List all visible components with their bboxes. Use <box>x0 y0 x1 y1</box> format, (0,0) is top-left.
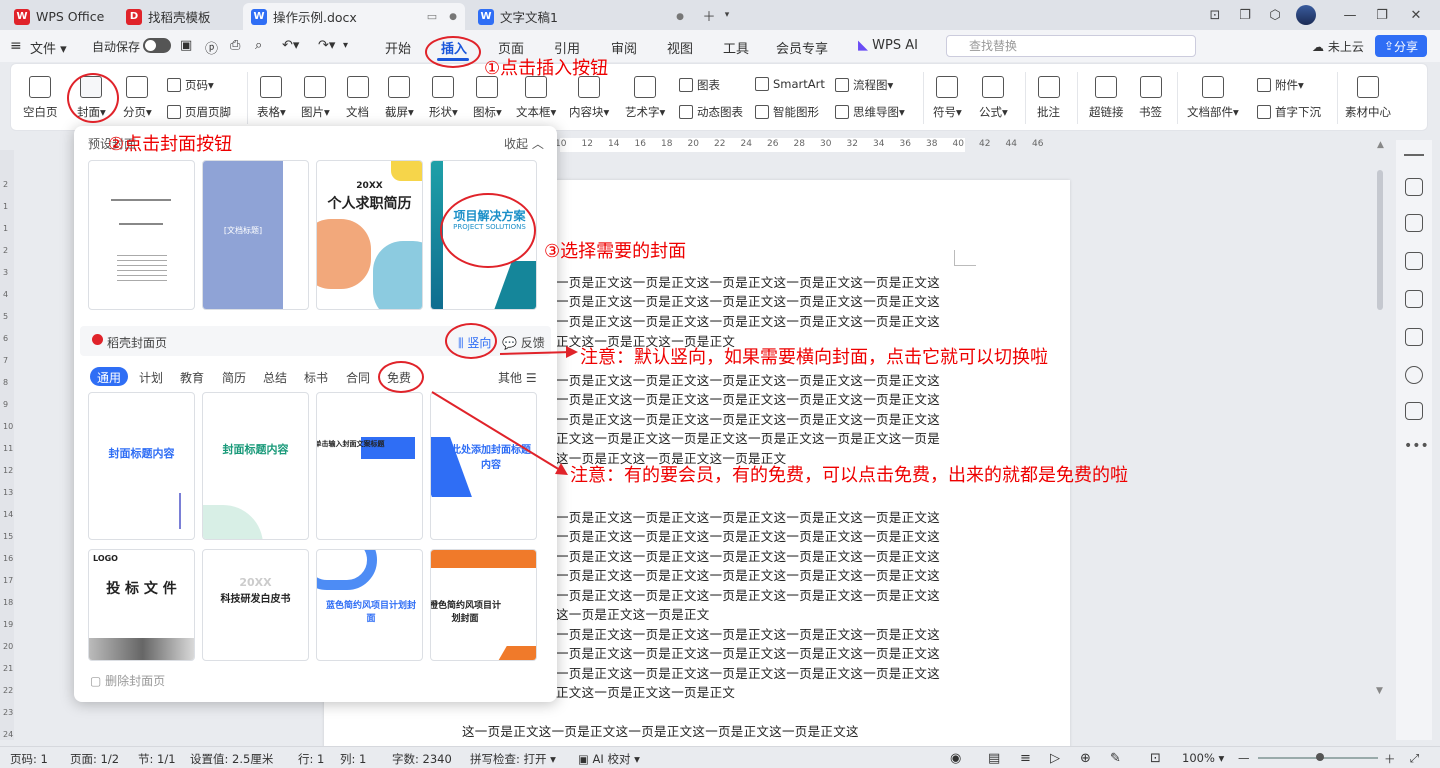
annotation-arrows <box>431 346 578 475</box>
